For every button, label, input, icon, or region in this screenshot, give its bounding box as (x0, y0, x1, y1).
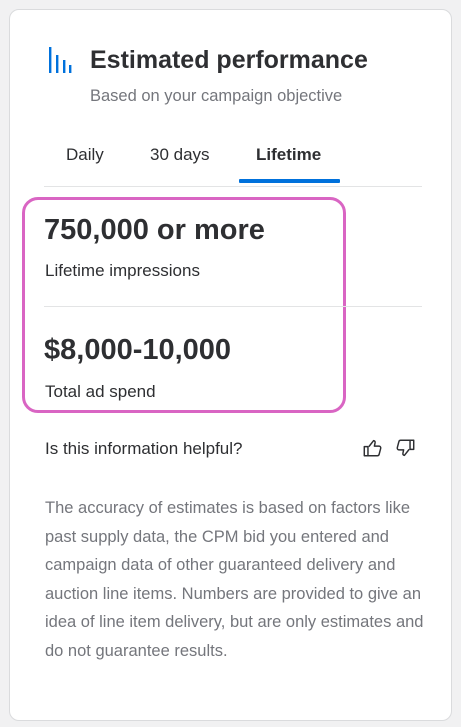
estimate-disclaimer: The accuracy of estimates is based on fa… (45, 499, 424, 660)
period-tabs: Daily 30 days Lifetime (44, 140, 422, 187)
impressions-value: 750,000 or more (44, 214, 265, 246)
feedback-question: Is this information helpful? (45, 439, 243, 458)
active-tab-indicator (239, 179, 340, 183)
page-title: Estimated performance (90, 46, 368, 74)
stats-divider (44, 306, 422, 307)
impressions-label: Lifetime impressions (45, 261, 200, 280)
ad-spend-label: Total ad spend (45, 382, 156, 401)
thumbs-down-icon[interactable] (394, 437, 416, 459)
page-subtitle: Based on your campaign objective (90, 87, 343, 105)
tab-daily[interactable]: Daily (66, 145, 104, 165)
thumbs-up-icon[interactable] (362, 437, 384, 459)
ad-spend-value: $8,000-10,000 (44, 334, 232, 366)
bar-chart-icon (49, 47, 72, 73)
tab-lifetime[interactable]: Lifetime (256, 145, 321, 165)
tab-30-days[interactable]: 30 days (150, 145, 210, 165)
